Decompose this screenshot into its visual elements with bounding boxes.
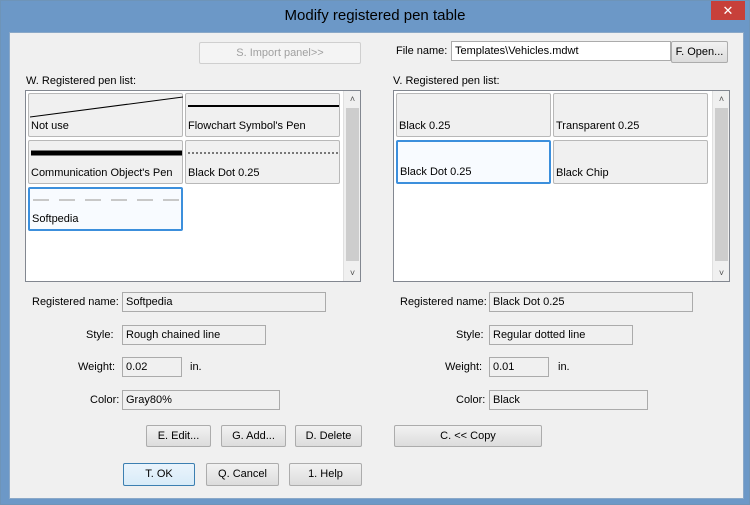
import-panel-button[interactable]: S. Import panel>> xyxy=(199,42,361,64)
list-item-selected[interactable]: Softpedia xyxy=(28,187,183,231)
file-name-field[interactable]: Templates\Vehicles.mdwt xyxy=(451,41,671,61)
pen-name: Not use xyxy=(31,120,69,132)
file-name-label: File name: xyxy=(396,45,448,57)
left-weight-label: Weight: xyxy=(78,361,116,373)
dialog-window: Modify registered pen table ✕ S. Import … xyxy=(0,0,750,505)
left-color-field[interactable]: Gray80% xyxy=(122,390,280,410)
right-color-field[interactable]: Black xyxy=(489,390,648,410)
pen-name: Black 0.25 xyxy=(399,120,451,132)
list-item[interactable]: Transparent 0.25 xyxy=(553,93,708,137)
left-weight-field[interactable]: 0.02 xyxy=(122,357,182,377)
right-list-scrollbar[interactable]: ˄ ˅ xyxy=(712,91,729,281)
right-style-label: Style: xyxy=(456,329,484,341)
copy-button[interactable]: C. << Copy xyxy=(394,425,542,447)
right-pen-list[interactable]: Black 0.25 Transparent 0.25 Black Dot 0.… xyxy=(393,90,730,282)
right-registered-name-label: Registered name: xyxy=(400,296,487,308)
right-weight-label: Weight: xyxy=(445,361,483,373)
file-open-button[interactable]: F. Open... xyxy=(671,41,728,63)
list-item-selected[interactable]: Black Dot 0.25 xyxy=(396,140,551,184)
pen-preview-dotted xyxy=(188,152,339,154)
list-item[interactable]: Flowchart Symbol's Pen xyxy=(185,93,340,137)
help-button[interactable]: 1. Help xyxy=(289,463,362,486)
left-color-label: Color: xyxy=(90,394,120,406)
right-color-label: Color: xyxy=(456,394,486,406)
delete-button[interactable]: D. Delete xyxy=(295,425,362,447)
list-item[interactable]: Black Dot 0.25 xyxy=(185,140,340,184)
list-item[interactable]: Black 0.25 xyxy=(396,93,551,137)
scroll-thumb[interactable] xyxy=(715,108,728,261)
scroll-down-icon[interactable]: ˅ xyxy=(344,265,360,281)
scroll-up-icon[interactable]: ˄ xyxy=(344,91,360,107)
pen-preview-solid xyxy=(188,105,339,107)
add-button[interactable]: G. Add... xyxy=(221,425,286,447)
right-registered-name-field[interactable]: Black Dot 0.25 xyxy=(489,292,693,312)
left-list-label: W. Registered pen list: xyxy=(26,75,137,87)
list-item[interactable]: Black Chip xyxy=(553,140,708,184)
ok-button[interactable]: T. OK xyxy=(123,463,195,486)
right-weight-unit: in. xyxy=(558,361,570,373)
cancel-button[interactable]: Q. Cancel xyxy=(206,463,279,486)
right-weight-field[interactable]: 0.01 xyxy=(489,357,549,377)
left-pen-list[interactable]: Not use Flowchart Symbol's Pen Communica… xyxy=(25,90,361,282)
pen-name: Black Dot 0.25 xyxy=(400,166,472,178)
left-registered-name-label: Registered name: xyxy=(32,296,119,308)
list-item[interactable]: Communication Object's Pen xyxy=(28,140,183,184)
scroll-down-icon[interactable]: ˅ xyxy=(713,265,729,281)
edit-button[interactable]: E. Edit... xyxy=(146,425,211,447)
pen-preview-diagonal xyxy=(30,96,183,118)
pen-name: Communication Object's Pen xyxy=(31,167,173,179)
pen-name: Flowchart Symbol's Pen xyxy=(188,120,306,132)
list-item[interactable]: Not use xyxy=(28,93,183,137)
close-icon[interactable]: ✕ xyxy=(711,1,745,20)
left-weight-unit: in. xyxy=(190,361,202,373)
right-list-label: V. Registered pen list: xyxy=(393,75,500,87)
pen-name: Softpedia xyxy=(32,213,79,225)
left-style-label: Style: xyxy=(86,329,114,341)
left-registered-name-field[interactable]: Softpedia xyxy=(122,292,326,312)
scroll-thumb[interactable] xyxy=(346,108,359,261)
title-bar[interactable]: Modify registered pen table ✕ xyxy=(1,1,749,31)
right-style-field[interactable]: Regular dotted line xyxy=(489,325,633,345)
pen-preview-dashed xyxy=(33,199,181,201)
pen-name: Black Dot 0.25 xyxy=(188,167,260,179)
window-title: Modify registered pen table xyxy=(284,7,466,24)
dialog-client: S. Import panel>> File name: Templates\V… xyxy=(9,32,744,499)
scroll-up-icon[interactable]: ˄ xyxy=(713,91,729,107)
pen-name: Black Chip xyxy=(556,167,609,179)
pen-name: Transparent 0.25 xyxy=(556,120,640,132)
pen-preview-thick xyxy=(31,150,182,156)
left-style-field[interactable]: Rough chained line xyxy=(122,325,266,345)
left-list-scrollbar[interactable]: ˄ ˅ xyxy=(343,91,360,281)
